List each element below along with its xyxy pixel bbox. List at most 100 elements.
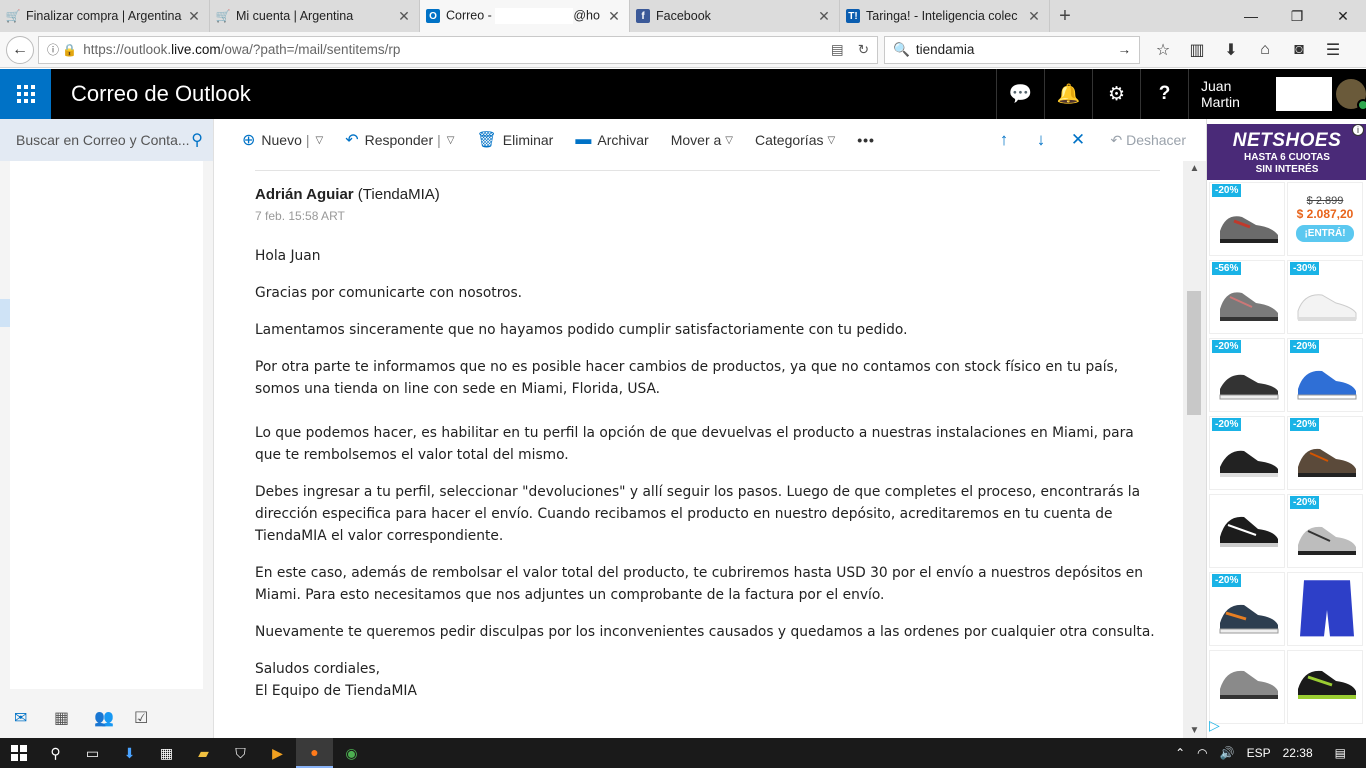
browser-tab-account[interactable]: 🛒 Mi cuenta | Argentina ✕ [210,0,420,32]
download-app-icon[interactable]: ⬇ [111,738,148,768]
media-player-icon[interactable]: ▶ [259,738,296,768]
chat-icon[interactable]: 💬 [996,69,1044,119]
firefox-icon[interactable]: ● [296,738,333,768]
new-button[interactable]: ⊕ Nuevo | ▽ [242,130,323,150]
ad-product[interactable]: -30% [1287,260,1363,334]
enter-button[interactable]: ¡ENTRÁ! [1296,225,1354,242]
action-center-icon[interactable]: ▤ [1335,746,1346,760]
message-date: 7 feb. 15:58 ART [255,209,345,223]
ad-product[interactable]: -20% [1287,494,1363,568]
new-tab-button[interactable]: + [1050,0,1080,32]
notifications-bell-icon[interactable]: 🔔 [1044,69,1092,119]
mail-icon[interactable]: ✉ [14,708,54,728]
home-icon[interactable]: ⌂ [1248,36,1282,64]
search-mail-input[interactable]: Buscar en Correo y Conta... ⚲ [0,119,214,161]
close-icon[interactable]: ✕ [817,8,831,25]
search-icon[interactable]: ⚲ [191,130,203,150]
browser-tab-facebook[interactable]: f Facebook ✕ [630,0,840,32]
browser-search-box[interactable]: 🔍 tiendamia → [884,35,1140,64]
discount-badge: -20% [1212,574,1242,587]
archive-button[interactable]: ▬ Archivar [575,131,648,149]
shoe-image [1219,374,1279,400]
app-launcher-icon[interactable] [0,69,51,119]
ad-price-box[interactable]: $ 2.899 $ 2.087,20 ¡ENTRÁ! [1287,182,1363,256]
calculator-icon[interactable]: ▦ [148,738,185,768]
maximize-button[interactable]: ❐ [1274,0,1320,32]
people-icon[interactable]: 👥 [94,708,134,728]
message-sender[interactable]: Adrián Aguiar (TiendaMIA) [255,186,440,203]
close-window-button[interactable]: ✕ [1320,0,1366,32]
ad-product[interactable] [1209,650,1285,724]
settings-gear-icon[interactable]: ⚙ [1092,69,1140,119]
ad-product[interactable]: -20% [1209,338,1285,412]
go-arrow-icon[interactable]: → [1118,42,1132,57]
calendar-icon[interactable]: ▦ [54,708,94,728]
library-icon[interactable]: ▥ [1180,36,1214,64]
close-icon[interactable]: ✕ [1027,8,1041,25]
close-message-icon[interactable]: ✕ [1059,130,1096,150]
ad-info-icon[interactable]: i [1352,124,1364,136]
ad-product[interactable]: -56% [1209,260,1285,334]
back-button[interactable]: ← [6,35,34,64]
scroll-thumb[interactable] [1187,291,1201,415]
windows-start-icon[interactable] [0,738,37,768]
ad-product[interactable]: -20% [1287,416,1363,490]
next-message-arrow-icon[interactable]: ↓ [1022,130,1059,150]
address-bar[interactable]: ⓘ 🔒 https://outlook.live.com/owa/?path=/… [38,35,878,64]
menu-icon[interactable]: ☰ [1316,36,1350,64]
ad-product[interactable]: -20% [1209,416,1285,490]
reading-pane-scrollbar[interactable]: ▲ ▼ [1183,161,1206,738]
message-paragraph: Debes ingresar a tu perfil, seleccionar … [255,484,1141,544]
scroll-up-arrow-icon[interactable]: ▲ [1183,163,1206,174]
previous-message-arrow-icon[interactable]: ↑ [985,130,1022,150]
browser-tab-checkout[interactable]: 🛒 Finalizar compra | Argentina ✕ [0,0,210,32]
move-to-button[interactable]: Mover a ▽ [671,132,733,148]
browser-tab-taringa[interactable]: T! Taringa! - Inteligencia colec ✕ [840,0,1050,32]
browser-tab-outlook[interactable]: O Correo - @ho ✕ [420,0,630,32]
delete-button[interactable]: 🗑 Eliminar [476,130,553,150]
clock[interactable]: 22:38 [1283,746,1313,760]
minimize-button[interactable]: — [1228,0,1274,32]
advertisement-banner[interactable]: NETSHOES HASTA 6 CUOTAS SIN INTERÉS i -2… [1206,119,1366,738]
close-icon[interactable]: ✕ [397,8,411,25]
bookmark-star-icon[interactable]: ☆ [1146,36,1180,64]
store-icon[interactable]: ⛉ [222,738,259,768]
ad-product[interactable]: -20% [1209,182,1285,256]
volume-icon[interactable]: 🔊 [1220,746,1235,760]
categories-button[interactable]: Categorías ▽ [755,132,835,148]
more-actions-button[interactable]: ••• [857,132,875,148]
task-view-icon[interactable]: ▭ [74,738,111,768]
file-explorer-icon[interactable]: ▰ [185,738,222,768]
message-list[interactable] [10,161,203,689]
close-icon[interactable]: ✕ [607,8,621,25]
redacted-email [495,8,574,24]
ad-product[interactable]: -20% [1209,572,1285,646]
wifi-icon[interactable]: ◠ [1197,746,1207,760]
ad-product[interactable] [1209,494,1285,568]
help-icon[interactable]: ? [1140,69,1188,119]
tasks-checkbox-icon[interactable]: ☑ [134,708,174,728]
pocket-icon[interactable]: ◙ [1282,36,1316,64]
ad-product[interactable]: -20% [1287,338,1363,412]
reader-view-icon[interactable]: ▤ [831,42,844,58]
scroll-down-arrow-icon[interactable]: ▼ [1183,725,1206,736]
reload-icon[interactable]: ↻ [858,42,869,58]
ad-product[interactable] [1287,650,1363,724]
ad-header[interactable]: NETSHOES HASTA 6 CUOTAS SIN INTERÉS [1207,124,1366,180]
search-icon[interactable]: ⚲ [37,738,74,768]
language-indicator[interactable]: ESP [1247,746,1271,760]
close-icon[interactable]: ✕ [187,8,201,25]
undo-button[interactable]: ↶ Deshacer [1110,132,1186,149]
chevron-down-icon[interactable]: ▽ [316,135,324,146]
app-title[interactable]: Correo de Outlook [71,81,996,107]
chrome-icon[interactable]: ◉ [333,738,370,768]
ad-product[interactable] [1287,572,1363,646]
chevron-down-icon[interactable]: ▽ [447,135,455,146]
downloads-icon[interactable]: ⬇ [1214,36,1248,64]
reply-button[interactable]: ↶ Responder | ▽ [345,130,454,150]
message-body: Hola Juan Gracias por comunicarte con no… [255,245,1160,717]
ad-choices-icon[interactable]: ▷ [1209,717,1220,734]
info-icon[interactable]: ⓘ 🔒 [47,41,77,58]
tray-overflow-chevron-icon[interactable]: ⌃ [1175,746,1185,760]
user-account-menu[interactable]: Juan Martin [1188,69,1366,119]
